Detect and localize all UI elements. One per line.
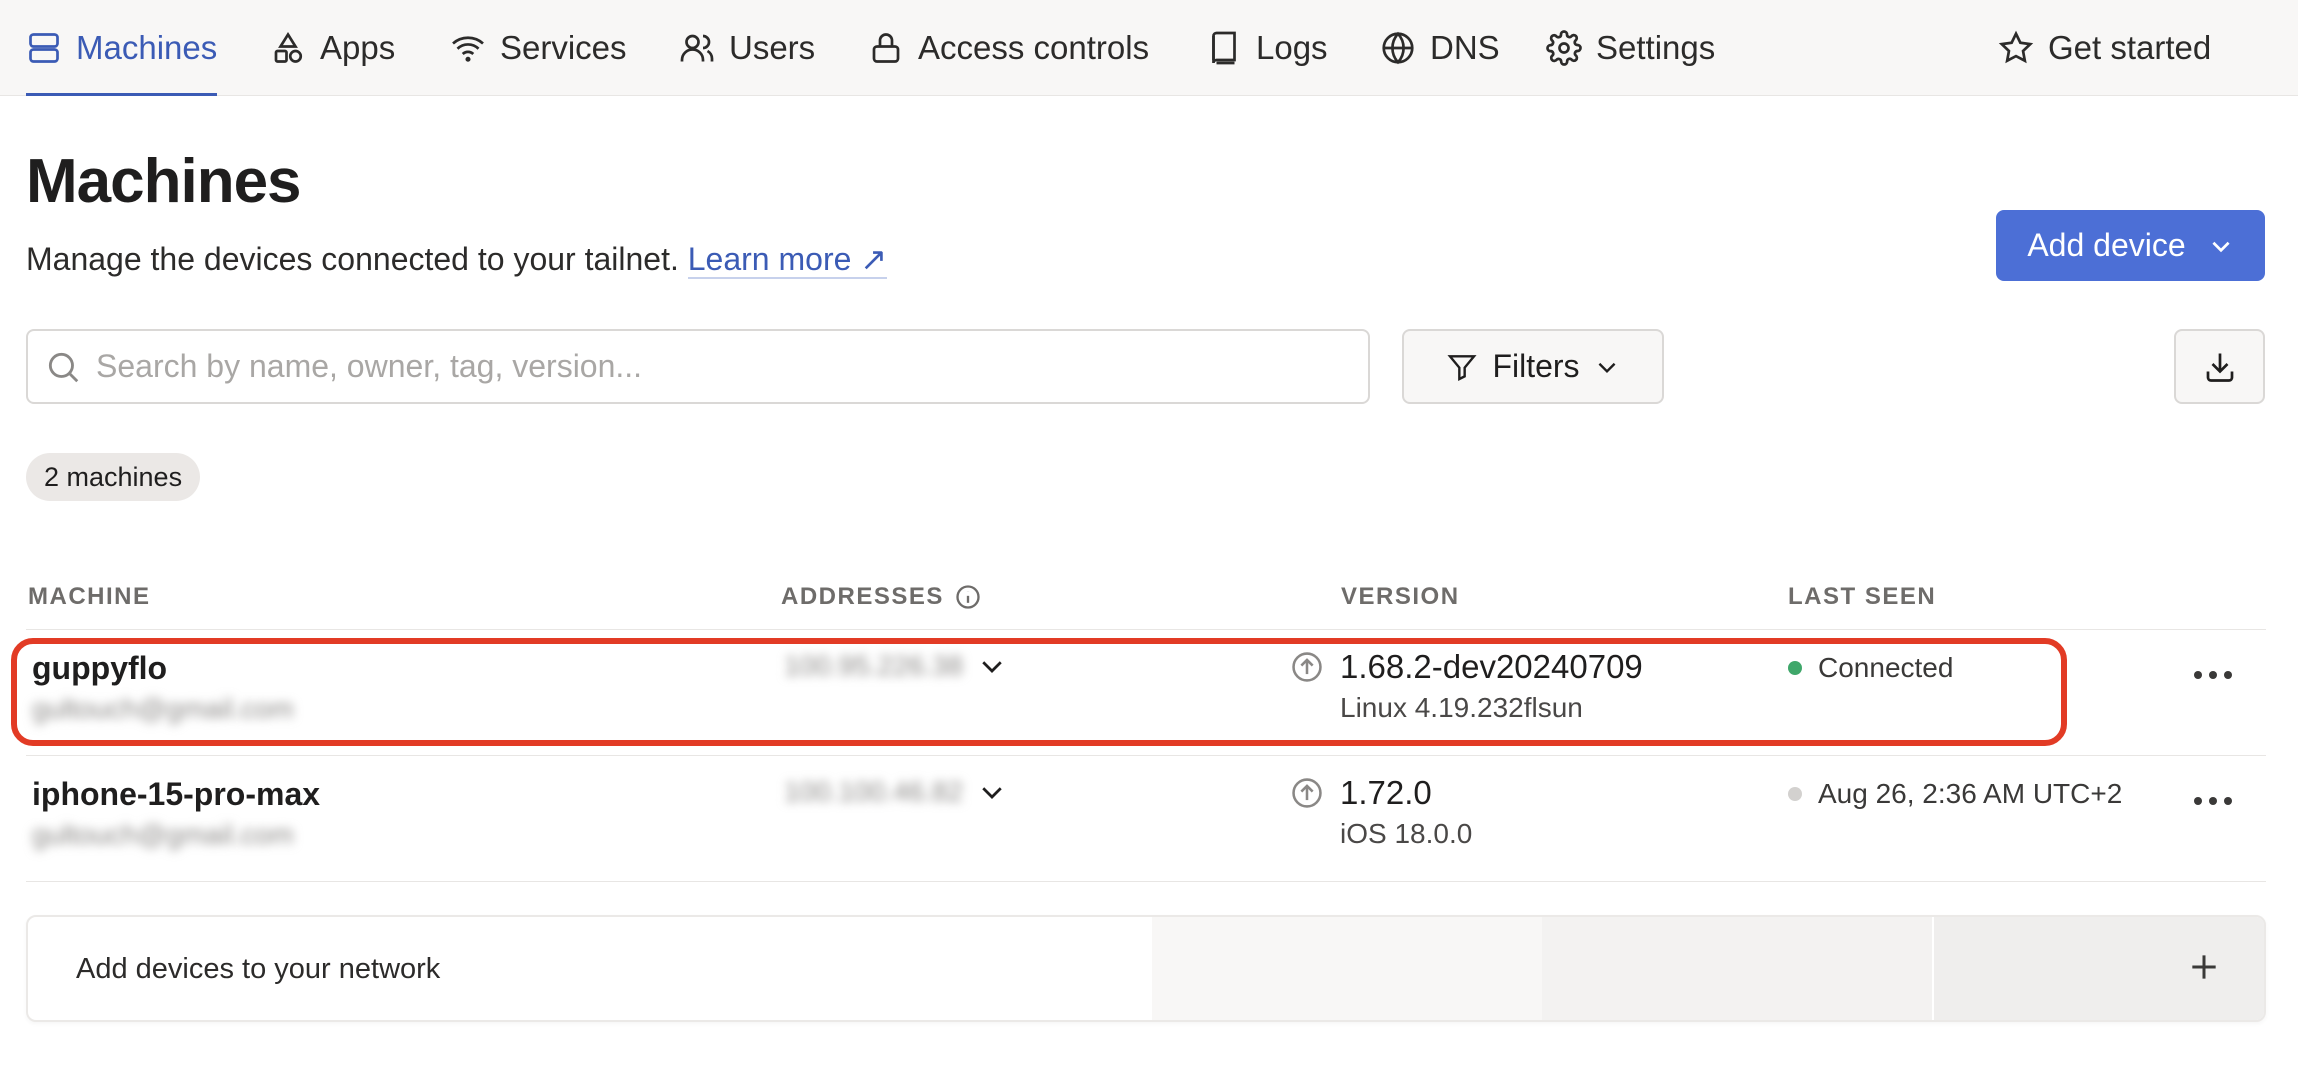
machine-owner: gultouch@gmail.com	[32, 819, 294, 850]
nav-access-controls[interactable]: Access controls	[868, 0, 1149, 96]
globe-icon	[1382, 31, 1414, 65]
nav-settings-label: Settings	[1596, 29, 1716, 66]
nav-apps[interactable]: Apps	[270, 0, 395, 96]
table-row[interactable]: iphone-15-pro-max gultouch@gmail.com 100…	[26, 756, 2266, 882]
machine-name[interactable]: iphone-15-pro-max	[32, 776, 320, 813]
last-seen-status: Connected	[1788, 652, 1953, 684]
column-header-version-label: VERSION	[1341, 583, 1460, 610]
update-available-icon[interactable]	[1290, 776, 1324, 815]
star-icon	[1998, 30, 2034, 64]
search-icon	[48, 352, 79, 382]
column-header-addresses-label: ADDRESSES	[781, 583, 944, 610]
search-box[interactable]	[26, 329, 1370, 404]
address-dropdown[interactable]: 100.100.46.82	[784, 776, 1007, 808]
nav-services-label: Services	[500, 29, 627, 66]
export-button[interactable]	[2174, 329, 2265, 404]
nav-users-label: Users	[729, 29, 816, 66]
column-header-last-seen[interactable]: LAST SEEN	[1788, 583, 1936, 611]
nav-apps-label: Apps	[320, 29, 396, 66]
nav-get-started-label: Get started	[2048, 29, 2212, 66]
filter-icon	[1447, 354, 1477, 381]
machine-os: iOS 18.0.0	[1340, 818, 1473, 849]
machine-os: Linux 4.19.232flsun	[1340, 692, 1583, 723]
add-devices-banner[interactable]: Add devices to your network	[26, 915, 2266, 1022]
address-dropdown[interactable]: 100.95.226.38	[784, 650, 1007, 682]
nav-get-started[interactable]: Get started	[1998, 0, 2211, 96]
row-divider	[26, 881, 2266, 882]
update-available-icon[interactable]	[1290, 650, 1324, 689]
more-horizontal-icon	[2194, 797, 2232, 805]
nav-logs-label: Logs	[1256, 29, 1328, 66]
top-nav: Machines Apps Services Users Access cont…	[0, 0, 2298, 96]
chevron-down-icon	[1598, 362, 1615, 373]
column-header-version[interactable]: VERSION	[1341, 583, 1460, 611]
nav-users[interactable]: Users	[679, 0, 815, 96]
status-dot	[1788, 661, 1802, 675]
table-row[interactable]: guppyflo gultouch@gmail.com 100.95.226.3…	[26, 630, 2266, 756]
nav-dns-label: DNS	[1430, 29, 1500, 66]
page-subtitle: Manage the devices connected to your tai…	[26, 240, 888, 279]
machine-owner: gultouch@gmail.com	[32, 693, 294, 724]
banner-text: Add devices to your network	[76, 953, 441, 985]
column-header-machine[interactable]: MACHINE	[28, 583, 151, 611]
more-horizontal-icon	[2194, 671, 2232, 679]
last-seen-status: Aug 26, 2:36 AM UTC+2	[1788, 778, 2122, 810]
search-input[interactable]	[94, 347, 1348, 386]
row-menu-button[interactable]	[2192, 668, 2234, 686]
subtitle-text: Manage the devices connected to your tai…	[26, 241, 679, 277]
book-icon	[1212, 31, 1236, 65]
shapes-icon	[274, 31, 303, 63]
wifi-icon	[452, 36, 484, 62]
add-device-label: Add device	[2027, 227, 2186, 263]
server-icon	[29, 33, 59, 63]
machine-address: 100.100.46.82	[784, 776, 964, 807]
nav-settings[interactable]: Settings	[1546, 0, 1715, 96]
machine-version: 1.72.0	[1340, 774, 1432, 811]
plus-icon[interactable]	[2184, 947, 2224, 987]
column-header-addresses[interactable]: ADDRESSES	[781, 583, 982, 611]
info-icon[interactable]	[954, 583, 982, 611]
row-menu-button[interactable]	[2192, 794, 2234, 812]
machine-address: 100.95.226.38	[784, 650, 964, 681]
nav-dns[interactable]: DNS	[1380, 0, 1500, 96]
page-title: Machines	[26, 147, 302, 216]
add-device-button[interactable]: Add device	[1996, 210, 2265, 281]
nav-machines-label: Machines	[76, 29, 218, 66]
column-header-machine-label: MACHINE	[28, 583, 151, 610]
last-seen-text: Aug 26, 2:36 AM UTC+2	[1818, 778, 2123, 809]
nav-logs[interactable]: Logs	[1206, 0, 1328, 96]
filters-label: Filters	[1492, 348, 1580, 384]
machine-version: 1.68.2-dev20240709	[1340, 648, 1643, 685]
gear-icon	[1546, 30, 1582, 66]
chevron-down-icon	[982, 661, 1002, 673]
column-header-last-seen-label: LAST SEEN	[1788, 583, 1937, 610]
learn-more-link[interactable]: Learn more ↗	[687, 241, 888, 279]
machine-name[interactable]: guppyflo	[32, 650, 294, 687]
status-dot	[1788, 787, 1802, 801]
download-icon	[2206, 353, 2233, 382]
nav-services[interactable]: Services	[450, 0, 627, 96]
lock-icon	[872, 33, 900, 63]
chevron-down-icon	[2212, 241, 2230, 252]
users-icon	[680, 34, 714, 62]
last-seen-text: Connected	[1818, 652, 1954, 683]
machine-count-badge: 2 machines	[26, 453, 201, 501]
filters-button[interactable]: Filters	[1402, 329, 1664, 404]
nav-machines[interactable]: Machines	[26, 0, 218, 96]
nav-access-controls-label: Access controls	[918, 29, 1150, 66]
banner-decoration	[1152, 917, 2264, 1020]
chevron-down-icon	[982, 787, 1002, 799]
